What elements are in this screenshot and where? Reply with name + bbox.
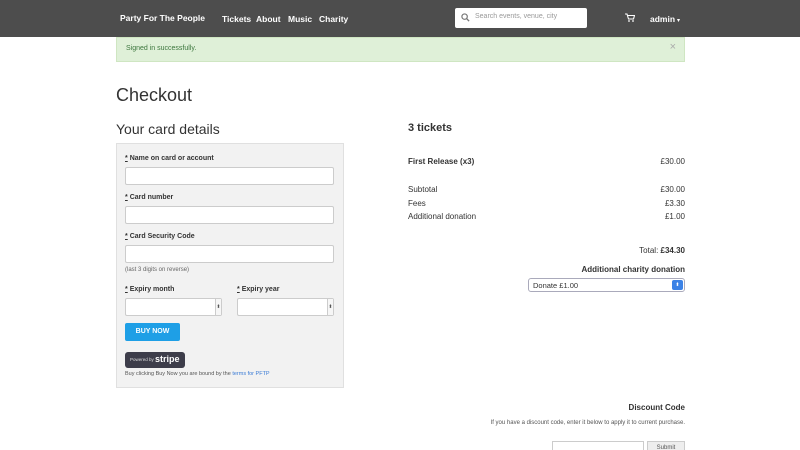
page-title: Checkout	[116, 85, 193, 105]
charity-donation-value: Donate £1.00	[533, 281, 579, 290]
user-name: admin	[650, 14, 676, 24]
discount-code-input[interactable]	[552, 441, 644, 450]
donation-label: Additional donation	[408, 212, 477, 221]
required-marker: *	[125, 233, 128, 240]
total-label: Total:	[639, 246, 659, 255]
powered-by-text: Powered by	[130, 357, 154, 362]
tickets-title: 3 tickets	[408, 122, 453, 134]
select-arrows-icon: ⬍	[672, 280, 683, 290]
fees-label: Fees	[408, 199, 426, 208]
stripe-badge[interactable]: Powered by stripe	[125, 352, 185, 368]
charity-donation-select[interactable]: Donate £1.00 ⬍	[528, 278, 685, 292]
cvc-label: * Card Security Code	[125, 233, 195, 240]
number-label: * Card number	[125, 194, 173, 201]
close-icon[interactable]: ×	[670, 41, 676, 53]
navbar: Party For The People Tickets About Music…	[0, 0, 800, 37]
cart-icon[interactable]	[625, 13, 635, 22]
expiry-year-label-text: Expiry year	[241, 286, 280, 293]
name-label: * Name on card or account	[125, 155, 214, 162]
name-field[interactable]	[125, 167, 334, 185]
discount-submit-button[interactable]: Submit	[647, 441, 685, 450]
required-marker: *	[125, 155, 128, 162]
success-alert: Signed in successfully. ×	[116, 37, 685, 62]
card-number-field[interactable]	[125, 206, 334, 224]
number-label-text: Card number	[129, 194, 174, 201]
cvc-field[interactable]	[125, 245, 334, 263]
name-label-text: Name on card or account	[129, 155, 214, 162]
card-details-title: Your card details	[116, 121, 220, 137]
expiry-month-label: * Expiry month	[125, 286, 174, 293]
alert-message: Signed in successfully.	[126, 45, 197, 52]
required-marker: *	[237, 286, 240, 293]
search-input[interactable]: Search events, venue, city	[455, 8, 587, 28]
total-value: £34.30	[660, 246, 685, 255]
terms-link[interactable]: terms for PFTP	[232, 371, 269, 377]
expiry-year-select[interactable]: ⬍	[237, 298, 334, 316]
required-marker: *	[125, 194, 128, 201]
required-marker: *	[125, 286, 128, 293]
nav-tickets[interactable]: Tickets	[222, 14, 251, 24]
terms-text: Buy clicking Buy Now you are bound by th…	[125, 371, 270, 377]
expiry-month-select[interactable]: ⬍	[125, 298, 222, 316]
brand-link[interactable]: Party For The People	[120, 13, 205, 23]
discount-help: If you have a discount code, enter it be…	[490, 420, 685, 426]
user-menu[interactable]: admin ▾	[650, 14, 680, 24]
terms-prefix: Buy clicking Buy Now you are bound by th…	[125, 371, 231, 377]
cvc-label-text: Card Security Code	[129, 233, 195, 240]
total-line: Total: £34.30	[639, 246, 685, 255]
nav-about[interactable]: About	[256, 14, 281, 24]
release-value: £30.00	[660, 157, 685, 166]
search-icon	[461, 13, 470, 22]
search-placeholder: Search events, venue, city	[475, 13, 558, 20]
donation-value: £1.00	[664, 212, 685, 221]
select-arrows-icon: ⬍	[327, 299, 333, 315]
fees-value: £3.30	[664, 199, 685, 208]
chevron-down-icon: ▾	[677, 18, 681, 24]
nav-music[interactable]: Music	[288, 14, 312, 24]
card-form: * Name on card or account * Card number …	[116, 143, 344, 388]
charity-donation-title: Additional charity donation	[581, 265, 685, 274]
discount-title: Discount Code	[628, 403, 685, 412]
subtotal-value: £30.00	[660, 185, 685, 194]
stripe-logo: stripe	[155, 354, 180, 364]
select-arrows-icon: ⬍	[215, 299, 221, 315]
buy-now-button[interactable]: BUY NOW	[125, 323, 180, 341]
release-label: First Release (x3)	[408, 157, 475, 166]
cvc-help: (last 3 digits on reverse)	[125, 267, 190, 273]
expiry-month-label-text: Expiry month	[129, 286, 175, 293]
subtotal-label: Subtotal	[408, 185, 438, 194]
nav-charity[interactable]: Charity	[319, 14, 348, 24]
expiry-year-label: * Expiry year	[237, 286, 279, 293]
